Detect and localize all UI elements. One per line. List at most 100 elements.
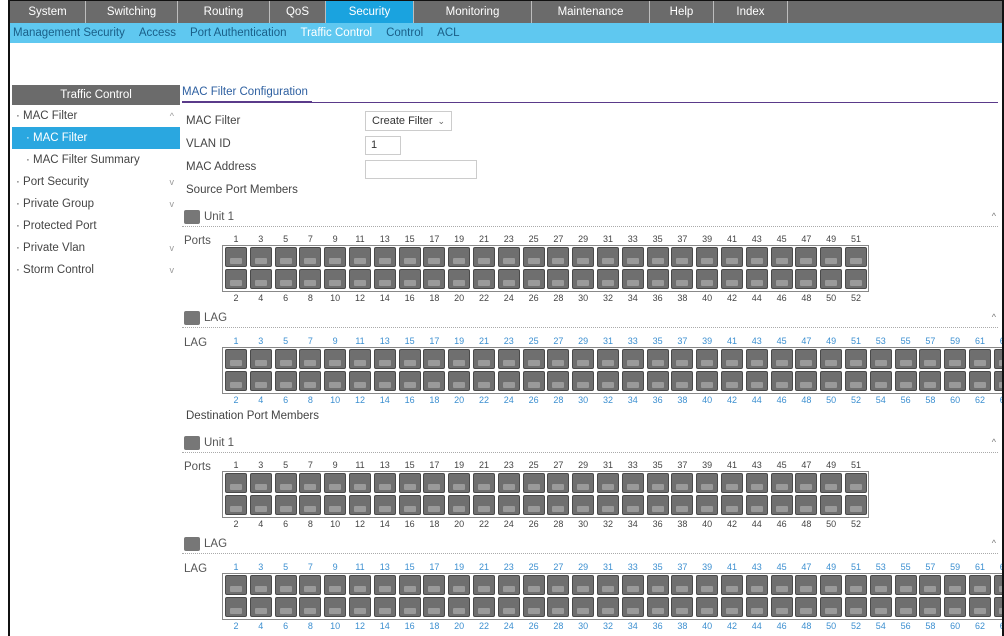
- source-ports-port-22[interactable]: [473, 269, 495, 289]
- source-lag-port-5[interactable]: [274, 349, 297, 369]
- source-lag-port-3[interactable]: [249, 349, 272, 369]
- dest-ports-port-12[interactable]: [349, 495, 371, 515]
- source-lag-port-2[interactable]: [225, 371, 247, 391]
- source-lag-port-11[interactable]: [349, 349, 371, 369]
- dest-ports-port-16[interactable]: [398, 495, 421, 515]
- dest-lag-port-61[interactable]: [969, 575, 991, 595]
- sidebar-item-mac-filter-group[interactable]: · MAC Filter ^: [12, 105, 180, 127]
- dest-lag-port-63[interactable]: [993, 575, 1002, 595]
- dest-ports-port-38[interactable]: [671, 495, 694, 515]
- source-lag-port-20[interactable]: [448, 371, 471, 391]
- tab-system[interactable]: System: [10, 1, 86, 23]
- dest-ports-port-10[interactable]: [324, 495, 347, 515]
- source-lag-port-34[interactable]: [621, 371, 644, 391]
- dest-lag-port-39[interactable]: [696, 575, 719, 595]
- dest-ports-port-15[interactable]: [398, 473, 421, 493]
- source-lag-port-23[interactable]: [497, 349, 520, 369]
- dest-ports-port-3[interactable]: [249, 473, 272, 493]
- dest-lag-port-49[interactable]: [820, 575, 843, 595]
- source-ports-port-4[interactable]: [249, 269, 272, 289]
- dest-lag-port-28[interactable]: [547, 597, 570, 617]
- source-lag-port-51[interactable]: [845, 349, 867, 369]
- source-lag-port-1[interactable]: [225, 349, 247, 369]
- sidebar-item-port-security[interactable]: · Port Security v: [12, 171, 180, 193]
- dest-lag-port-40[interactable]: [696, 597, 719, 617]
- source-lag-port-12[interactable]: [349, 371, 371, 391]
- source-ports-port-41[interactable]: [721, 247, 743, 267]
- source-ports-port-48[interactable]: [795, 269, 818, 289]
- dest-lag-port-50[interactable]: [820, 597, 843, 617]
- source-lag-port-58[interactable]: [919, 371, 942, 391]
- dest-lag-port-5[interactable]: [274, 575, 297, 595]
- source-lag-port-4[interactable]: [249, 371, 272, 391]
- subnav-access[interactable]: Access: [139, 27, 176, 39]
- dest-ports-port-6[interactable]: [274, 495, 297, 515]
- source-ports-port-51[interactable]: [845, 247, 867, 267]
- dest-lag-port-48[interactable]: [795, 597, 818, 617]
- dest-ports-port-42[interactable]: [721, 495, 743, 515]
- dest-lag-port-41[interactable]: [721, 575, 743, 595]
- source-lag-port-21[interactable]: [473, 349, 495, 369]
- source-ports-port-16[interactable]: [398, 269, 421, 289]
- dest-lag-port-24[interactable]: [497, 597, 520, 617]
- chevron-up-icon[interactable]: ^: [992, 312, 996, 322]
- dest-lag-port-58[interactable]: [919, 597, 942, 617]
- dest-lag-port-30[interactable]: [572, 597, 595, 617]
- dest-ports-port-51[interactable]: [845, 473, 867, 493]
- source-lag-port-31[interactable]: [597, 349, 619, 369]
- mac-address-input[interactable]: [365, 160, 477, 179]
- source-ports-port-37[interactable]: [671, 247, 694, 267]
- source-lag-port-24[interactable]: [497, 371, 520, 391]
- source-lag-port-6[interactable]: [274, 371, 297, 391]
- dest-ports-port-50[interactable]: [820, 495, 843, 515]
- dest-ports-port-46[interactable]: [770, 495, 793, 515]
- source-ports-port-35[interactable]: [646, 247, 669, 267]
- source-lag-port-16[interactable]: [398, 371, 421, 391]
- source-lag-port-7[interactable]: [299, 349, 322, 369]
- source-lag-port-50[interactable]: [820, 371, 843, 391]
- source-lag-port-63[interactable]: [993, 349, 1002, 369]
- dest-lag-port-53[interactable]: [869, 575, 892, 595]
- dest-ports-port-40[interactable]: [696, 495, 719, 515]
- dest-ports-port-26[interactable]: [522, 495, 545, 515]
- source-ports-port-38[interactable]: [671, 269, 694, 289]
- source-ports-port-9[interactable]: [324, 247, 347, 267]
- dest-lag-port-14[interactable]: [373, 597, 396, 617]
- dest-ports-port-24[interactable]: [497, 495, 520, 515]
- dest-lag-port-11[interactable]: [349, 575, 371, 595]
- source-ports-port-31[interactable]: [597, 247, 619, 267]
- source-lag-port-22[interactable]: [473, 371, 495, 391]
- subnav-management-security[interactable]: Management Security: [13, 27, 125, 39]
- source-ports-port-32[interactable]: [597, 269, 619, 289]
- source-lag-port-41[interactable]: [721, 349, 743, 369]
- subnav-control[interactable]: Control: [386, 27, 423, 39]
- tab-help[interactable]: Help: [650, 1, 714, 23]
- sidebar-item-mac-filter[interactable]: · MAC Filter: [12, 127, 180, 149]
- source-lag-port-40[interactable]: [696, 371, 719, 391]
- dest-ports-port-47[interactable]: [795, 473, 818, 493]
- subnav-traffic-control[interactable]: Traffic Control: [301, 27, 373, 39]
- dest-lag-port-43[interactable]: [745, 575, 768, 595]
- chevron-down-icon[interactable]: v: [170, 259, 175, 281]
- subnav-acl[interactable]: ACL: [437, 27, 459, 39]
- source-ports-port-49[interactable]: [820, 247, 843, 267]
- mac-filter-select[interactable]: Create Filter ⌄: [365, 111, 452, 131]
- dest-ports-port-14[interactable]: [373, 495, 396, 515]
- dest-ports-port-7[interactable]: [299, 473, 322, 493]
- dest-ports-port-28[interactable]: [547, 495, 570, 515]
- source-lag-port-54[interactable]: [869, 371, 892, 391]
- source-ports-port-14[interactable]: [373, 269, 396, 289]
- dest-lag-port-9[interactable]: [324, 575, 347, 595]
- dest-lag-port-25[interactable]: [522, 575, 545, 595]
- dest-ports-port-8[interactable]: [299, 495, 322, 515]
- chevron-up-icon[interactable]: ^: [992, 437, 996, 447]
- sidebar-item-private-vlan[interactable]: · Private Vlan v: [12, 237, 180, 259]
- dest-lag-port-7[interactable]: [299, 575, 322, 595]
- source-ports-port-46[interactable]: [770, 269, 793, 289]
- source-lag-port-37[interactable]: [671, 349, 694, 369]
- dest-lag-port-45[interactable]: [770, 575, 793, 595]
- source-ports-port-2[interactable]: [225, 269, 247, 289]
- dest-lag-port-15[interactable]: [398, 575, 421, 595]
- dest-lag-port-35[interactable]: [646, 575, 669, 595]
- source-lag-port-14[interactable]: [373, 371, 396, 391]
